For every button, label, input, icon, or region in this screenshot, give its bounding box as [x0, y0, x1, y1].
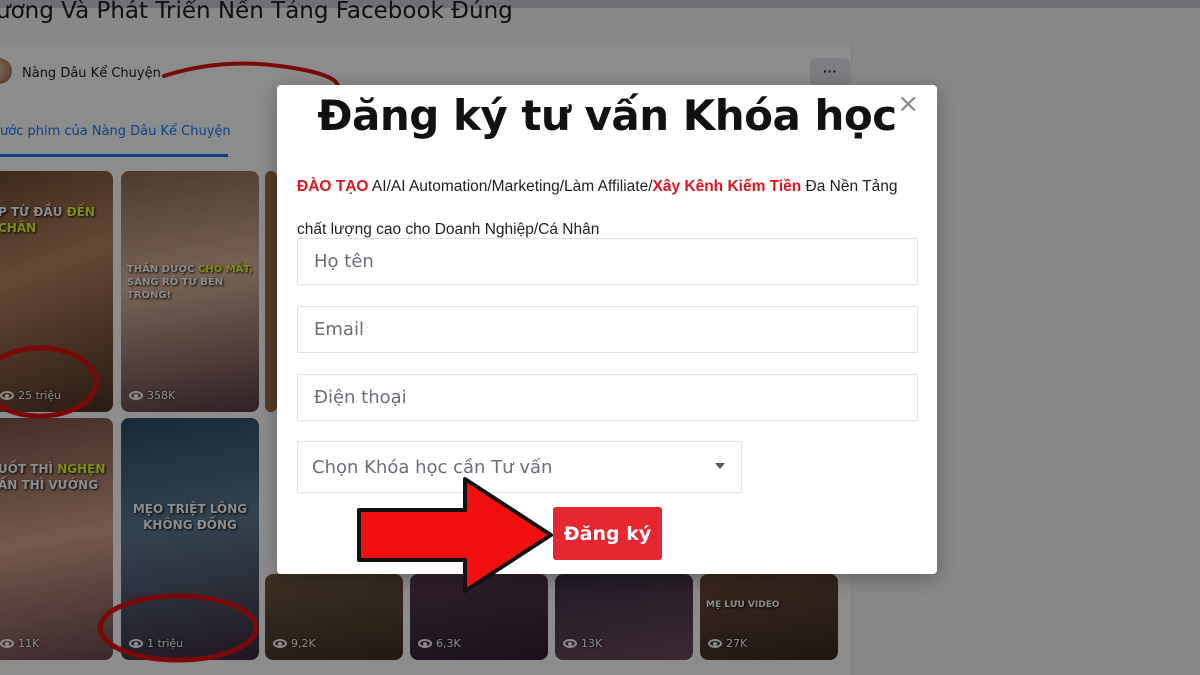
email-input[interactable] [298, 307, 917, 352]
desc-highlight-training: ĐÀO TẠO [297, 178, 369, 195]
phone-field[interactable] [297, 374, 918, 421]
name-input[interactable] [298, 239, 917, 284]
email-field[interactable] [297, 306, 918, 353]
desc-highlight-channel: Xây Kênh Kiếm Tiền [652, 178, 802, 195]
register-button[interactable]: Đăng ký [553, 507, 662, 560]
red-arrow-icon [357, 477, 553, 593]
modal-title: Đăng ký tư vấn Khóa học [317, 91, 897, 140]
phone-input[interactable] [298, 375, 917, 420]
name-field[interactable] [297, 238, 918, 285]
chevron-down-icon [715, 463, 725, 469]
desc-text: AI/AI Automation/Marketing/Làm Affiliate… [368, 178, 653, 195]
